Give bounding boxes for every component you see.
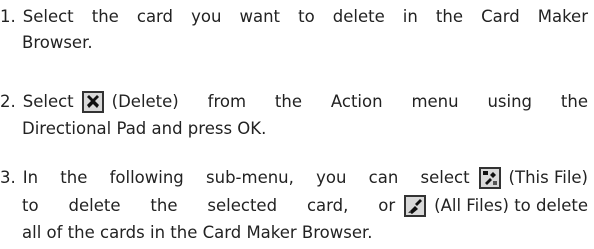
step-3-text-line-2: to delete the selected card, or bbox=[22, 196, 396, 215]
step-3-line-2: to delete the selected card, or (All Fil… bbox=[22, 192, 588, 220]
step-2-line-1: 2. Select (Delete) from the Action menu … bbox=[0, 88, 588, 116]
delete-x-icon bbox=[81, 91, 104, 113]
step-3-text-line-1: In the following sub-menu, you can selec… bbox=[22, 168, 470, 187]
instruction-page: 1. Select the card you want to delete in… bbox=[0, 0, 594, 249]
step-2-select-text: Select bbox=[22, 92, 74, 111]
step-3-line-1: 3. In the following sub-menu, you can se… bbox=[0, 164, 588, 192]
step-2-line-2: Directional Pad and press OK. bbox=[22, 119, 267, 138]
all-files-icon bbox=[404, 195, 427, 217]
step-2-number: 2. bbox=[0, 92, 16, 111]
step-1-number: 1. bbox=[0, 7, 16, 26]
step-3-this-file-label: (This File) bbox=[508, 168, 588, 187]
step-3-all-files-label: (All Files) to delete bbox=[434, 196, 588, 215]
step-1-line-1: 1. Select the card you want to delete in… bbox=[0, 4, 588, 30]
this-file-icon bbox=[478, 167, 501, 189]
step-1-text-line-1: Select the card you want to delete in th… bbox=[22, 7, 588, 26]
step-3-number: 3. bbox=[0, 168, 16, 187]
step-3-line-3: all of the cards in the Card Maker Brows… bbox=[22, 223, 373, 242]
step-2-text-line-1: (Delete) from the Action menu using the bbox=[111, 92, 588, 111]
step-1-line-2: Browser. bbox=[22, 33, 93, 52]
